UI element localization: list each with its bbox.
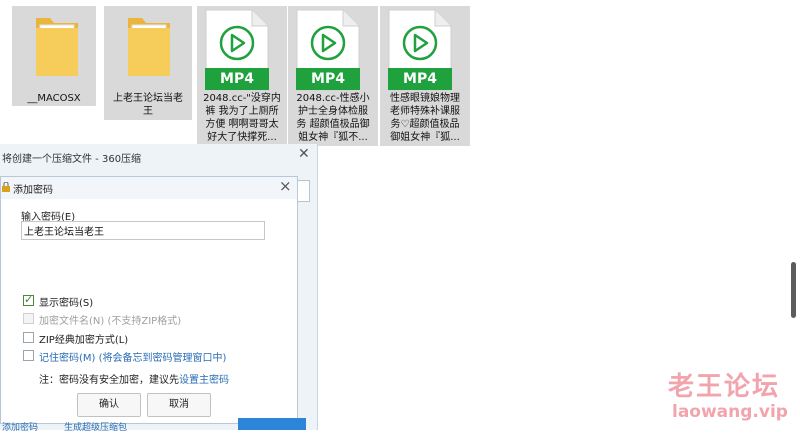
window-title: 将创建一个压缩文件 - 360压缩 [2, 154, 142, 165]
back-window-bottom: 添加密码 生成超级压缩包 [0, 418, 317, 433]
folder-macosx[interactable]: __MACOSX [12, 6, 96, 106]
check-icon: ✓ [24, 293, 34, 306]
ok-button[interactable]: 确认 [77, 393, 141, 417]
start-button[interactable] [238, 418, 306, 430]
mp4-badge: MP4 [388, 68, 452, 90]
folder-laowang[interactable]: 上老王论坛当老 王 [104, 6, 192, 120]
dialog-titlebar: 添加密码 × [1, 177, 297, 199]
file-name: __MACOSX [27, 93, 81, 104]
file-name-line: 2048.cc-性感小 [296, 93, 370, 104]
show-password-label: 显示密码(S) [39, 298, 94, 309]
dialog-title: 添加密码 [13, 185, 53, 196]
security-note: 注：密码没有安全加密，建议先设置主密码 [39, 371, 229, 386]
side-button[interactable] [296, 180, 310, 202]
file-name-line: 性感眼镜娘物理 [390, 93, 460, 104]
file-name-line: 上老王论坛当老 [113, 93, 183, 104]
super-archive-option[interactable]: 生成超级压缩包 [64, 420, 127, 433]
show-password-checkbox[interactable]: ✓ [23, 293, 34, 306]
cancel-button[interactable]: 取消 [147, 393, 211, 417]
video-file-2[interactable]: MP4 2048.cc-性感小 护士全身体检服 务 超颜值极品御 姐女神『狐不.… [288, 6, 378, 146]
password-input[interactable] [21, 221, 265, 240]
lock-icon [2, 182, 10, 192]
add-password-dialog: 添加密码 × 输入密码(E) ✓ 显示密码(S) 加密文件名(N) (不支持ZI… [0, 176, 298, 424]
add-password-link[interactable]: 添加密码 [2, 420, 38, 433]
close-icon[interactable]: × [279, 177, 292, 195]
file-name-line: 方便 啊啊哥哥太 [205, 119, 279, 130]
remember-password-checkbox[interactable] [23, 350, 34, 361]
scrollbar-thumb[interactable] [791, 262, 796, 318]
file-name-line: 2048.cc-"没穿内 [203, 93, 281, 104]
close-icon[interactable]: ✕ [298, 146, 310, 162]
encrypt-filenames-label: 加密文件名(N) (不支持ZIP格式) [39, 316, 182, 327]
zip-classic-checkbox[interactable] [23, 332, 34, 343]
remember-password-label: 记住密码(M) (将会备忘到密码管理窗口中) [39, 353, 227, 364]
file-name-line: 务 超颜值极品御 [296, 119, 370, 130]
file-name-line: 裤 我为了上厕所 [205, 106, 279, 117]
watermark-url: laowang.vip [672, 402, 788, 422]
video-file-1[interactable]: MP4 2048.cc-"没穿内 裤 我为了上厕所 方便 啊啊哥哥太 好大了快撑… [197, 6, 287, 146]
note-text: 注：密码没有安全加密，建议先 [39, 375, 179, 386]
file-name-line: 姐女神『狐不... [298, 132, 368, 143]
folder-icon [128, 18, 170, 76]
file-name-line: 好大了快撑死... [207, 132, 277, 143]
folder-icon [36, 18, 78, 76]
encrypt-filenames-checkbox[interactable] [23, 313, 34, 324]
file-name-line: 老师特殊补课服 [390, 106, 460, 117]
mp4-badge: MP4 [296, 68, 360, 90]
file-name-line: 护士全身体检服 [298, 106, 368, 117]
file-name-line: 务♡超颜值极品 [390, 119, 460, 130]
video-file-3[interactable]: MP4 性感眼镜娘物理 老师特殊补课服 务♡超颜值极品 御姐女神『狐... [380, 6, 470, 146]
file-name-line: 御姐女神『狐... [390, 132, 460, 143]
mp4-badge: MP4 [205, 68, 269, 90]
file-name-line: 王 [143, 106, 153, 117]
set-master-password-link[interactable]: 设置主密码 [179, 375, 229, 386]
zip-classic-label: ZIP经典加密方式(L) [39, 335, 129, 346]
watermark-title: 老王论坛 [668, 372, 781, 402]
